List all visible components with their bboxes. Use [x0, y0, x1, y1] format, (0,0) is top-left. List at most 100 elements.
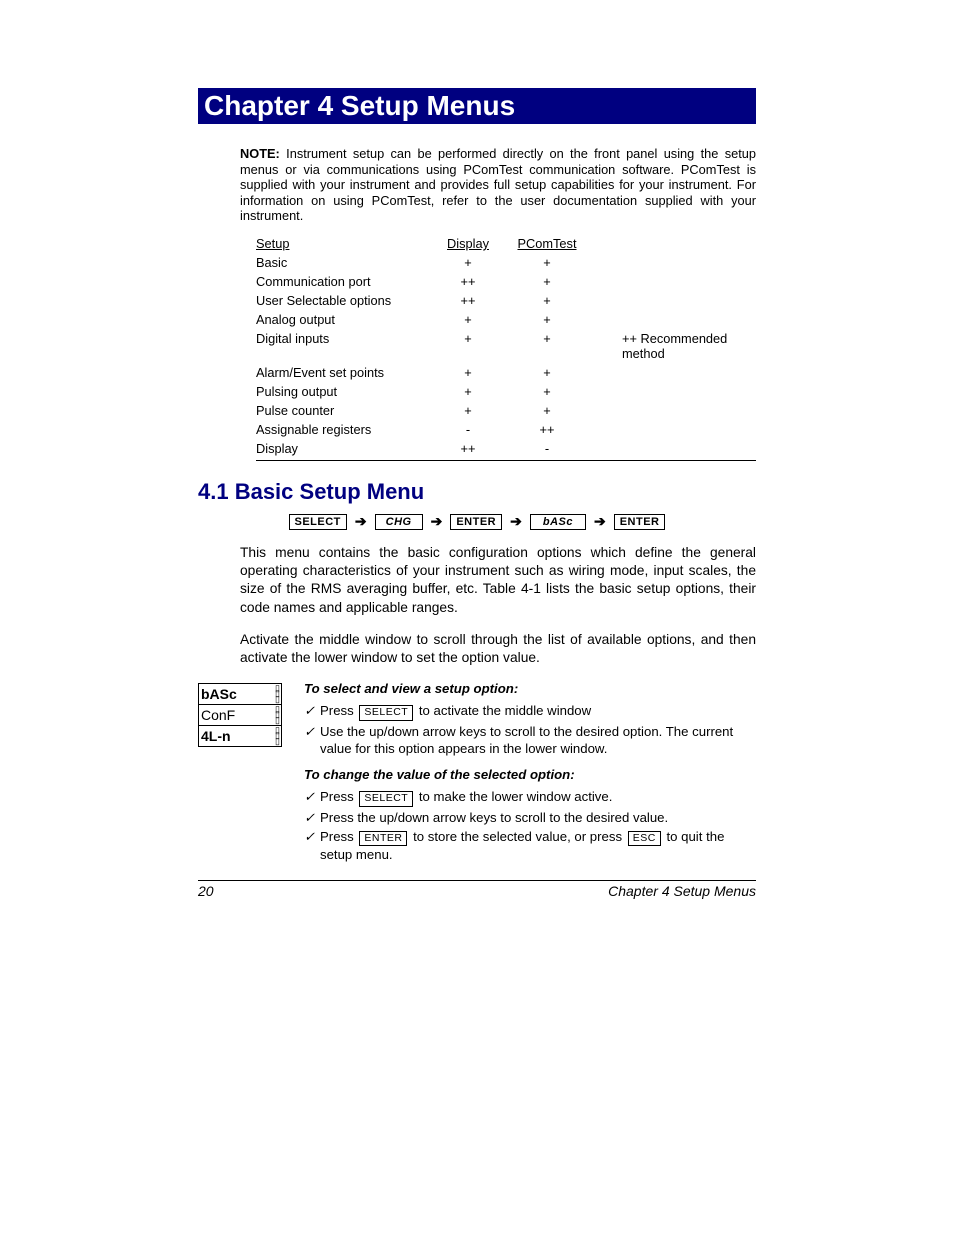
nav-sequence: SELECT ➔ CHG ➔ ENTER ➔ bASc ➔ ENTER [198, 513, 756, 530]
table-row: User Selectable options+++ [256, 291, 756, 310]
key-label: ENTER [359, 831, 407, 847]
page-footer: 20 Chapter 4 Setup Menus [198, 880, 756, 899]
arrow-icon: ➔ [594, 513, 606, 530]
lcd-indicator-icon: ▯▯▯ [275, 686, 279, 702]
cell-display: ++ [434, 439, 502, 461]
checkmark-icon: ✓ [304, 702, 320, 721]
cell-pcomtest: + [502, 253, 592, 272]
setup-capability-table: Setup Display PComTest Basic++Communicat… [256, 234, 756, 461]
cell-pcomtest: + [502, 401, 592, 420]
cell-pcomtest: + [502, 310, 592, 329]
table-row: Alarm/Event set points++ [256, 363, 756, 382]
cell-pcomtest: + [502, 382, 592, 401]
nav-step-enter2: ENTER [614, 514, 666, 530]
note-label: NOTE: [240, 146, 280, 161]
cell-pcomtest: + [502, 363, 592, 382]
cell-display: + [434, 253, 502, 272]
lcd-indicator-icon: ▯▯▯ [275, 707, 279, 723]
checkmark-icon: ✓ [304, 809, 320, 826]
lcd-indicator-icon: ▯▯▯ [275, 728, 279, 744]
cell-setup: Display [256, 439, 434, 461]
table-row: Pulse counter++ [256, 401, 756, 420]
section-para-2: Activate the middle window to scroll thr… [240, 631, 756, 667]
cell-note [592, 363, 756, 382]
cell-note [592, 382, 756, 401]
checkmark-icon: ✓ [304, 828, 320, 864]
instruction-text: Press SELECT to activate the middle wind… [320, 702, 756, 721]
cell-note [592, 253, 756, 272]
cell-note [592, 291, 756, 310]
cell-setup: Assignable registers [256, 420, 434, 439]
cell-note [592, 420, 756, 439]
instruction-item: ✓Press SELECT to make the lower window a… [304, 788, 756, 807]
nav-step-select: SELECT [289, 514, 347, 530]
table-row: Display++- [256, 439, 756, 461]
section-heading: 4.1 Basic Setup Menu [198, 479, 756, 505]
cell-setup: Analog output [256, 310, 434, 329]
arrow-icon: ➔ [355, 513, 367, 530]
cell-note [592, 401, 756, 420]
lcd-display: bASc▯▯▯ ConF▯▯▯ 4L-n▯▯▯ [198, 679, 282, 866]
cell-setup: Alarm/Event set points [256, 363, 434, 382]
cell-display: + [434, 310, 502, 329]
table-row: Analog output++ [256, 310, 756, 329]
table-row: Pulsing output++ [256, 382, 756, 401]
cell-pcomtest: + [502, 272, 592, 291]
checkmark-icon: ✓ [304, 788, 320, 807]
cell-note [592, 439, 756, 461]
cell-note [592, 310, 756, 329]
cell-display: + [434, 382, 502, 401]
key-label: SELECT [359, 705, 413, 721]
cell-note: ++ Recommended method [592, 329, 756, 363]
checkmark-icon: ✓ [304, 723, 320, 757]
instruction-text: Press the up/down arrow keys to scroll t… [320, 809, 756, 826]
page-number: 20 [198, 883, 214, 899]
arrow-icon: ➔ [431, 513, 443, 530]
note-text: Instrument setup can be performed direct… [240, 146, 756, 223]
note-paragraph: NOTE: Instrument setup can be performed … [240, 146, 756, 224]
cell-display: - [434, 420, 502, 439]
cell-setup: Digital inputs [256, 329, 434, 363]
instruction-item: ✓Press the up/down arrow keys to scroll … [304, 809, 756, 826]
lcd-row-1: bASc▯▯▯ [198, 683, 282, 705]
col-header-setup: Setup [256, 234, 434, 253]
instruction-text: Press SELECT to make the lower window ac… [320, 788, 756, 807]
cell-note [592, 272, 756, 291]
col-header-pcomtest: PComTest [502, 234, 592, 253]
lcd-row-3: 4L-n▯▯▯ [198, 726, 282, 747]
cell-pcomtest: - [502, 439, 592, 461]
cell-display: ++ [434, 291, 502, 310]
nav-step-basc: bASc [530, 514, 586, 530]
table-row: Digital inputs++++ Recommended method [256, 329, 756, 363]
instruction-text: Use the up/down arrow keys to scroll to … [320, 723, 756, 757]
cell-setup: User Selectable options [256, 291, 434, 310]
cell-setup: Communication port [256, 272, 434, 291]
cell-pcomtest: + [502, 291, 592, 310]
cell-display: ++ [434, 272, 502, 291]
cell-setup: Basic [256, 253, 434, 272]
nav-step-chg: CHG [375, 514, 423, 530]
footer-label: Chapter 4 Setup Menus [608, 883, 756, 899]
nav-step-enter1: ENTER [450, 514, 502, 530]
chapter-title: Chapter 4 Setup Menus [198, 88, 756, 124]
cell-pcomtest: + [502, 329, 592, 363]
table-row: Basic++ [256, 253, 756, 272]
arrow-icon: ➔ [510, 513, 522, 530]
key-label: SELECT [359, 791, 413, 807]
table-row: Assignable registers-++ [256, 420, 756, 439]
cell-setup: Pulse counter [256, 401, 434, 420]
instruction-item: ✓Use the up/down arrow keys to scroll to… [304, 723, 756, 757]
cell-display: + [434, 329, 502, 363]
cell-display: + [434, 363, 502, 382]
instruction-text: Press ENTER to store the selected value,… [320, 828, 756, 864]
instruction-title-1: To select and view a setup option: [304, 681, 756, 696]
instruction-item: ✓Press ENTER to store the selected value… [304, 828, 756, 864]
instruction-item: ✓Press SELECT to activate the middle win… [304, 702, 756, 721]
cell-pcomtest: ++ [502, 420, 592, 439]
table-row: Communication port+++ [256, 272, 756, 291]
key-label: ESC [628, 831, 661, 847]
section-para-1: This menu contains the basic configurati… [240, 544, 756, 617]
lcd-row-2: ConF▯▯▯ [198, 705, 282, 726]
instruction-title-2: To change the value of the selected opti… [304, 767, 756, 782]
col-header-display: Display [434, 234, 502, 253]
